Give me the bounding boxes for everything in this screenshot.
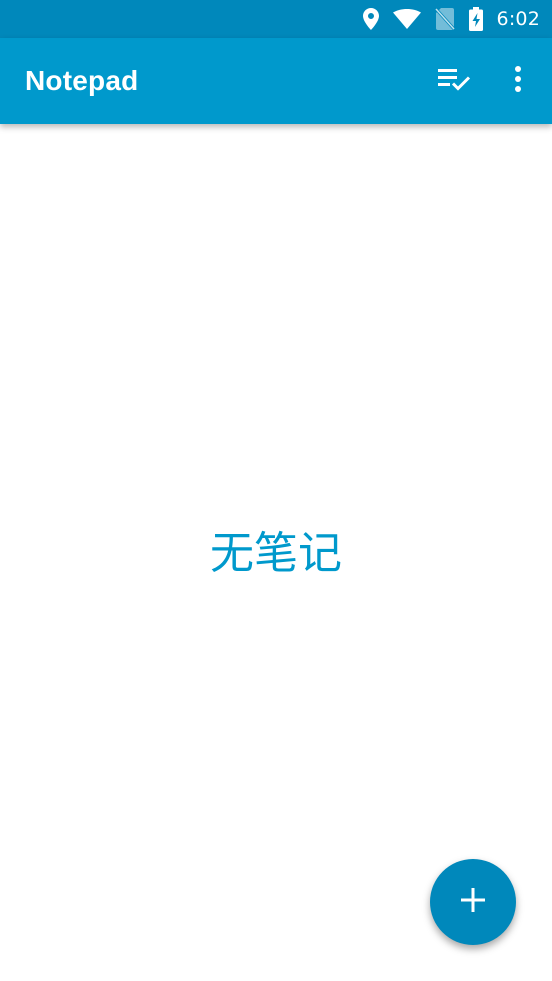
empty-notes-message: 无笔记 <box>210 528 342 579</box>
select-notes-button[interactable] <box>430 57 478 105</box>
more-vert-icon <box>514 65 522 98</box>
add-icon <box>460 887 486 918</box>
no-sim-icon <box>434 8 455 30</box>
battery-charging-icon <box>468 7 483 31</box>
add-note-button[interactable] <box>430 859 516 945</box>
notes-list-area: 无笔记 <box>0 124 552 981</box>
status-icons: 6:02 <box>362 0 540 38</box>
app-bar: Notepad <box>0 38 552 124</box>
status-time: 6:02 <box>496 8 540 30</box>
status-bar: 6:02 <box>0 0 552 38</box>
app-title: Notepad <box>25 65 139 96</box>
location-icon <box>362 8 379 30</box>
more-options-button[interactable] <box>494 57 542 105</box>
wifi-icon <box>392 9 421 29</box>
checklist-icon <box>436 66 472 97</box>
